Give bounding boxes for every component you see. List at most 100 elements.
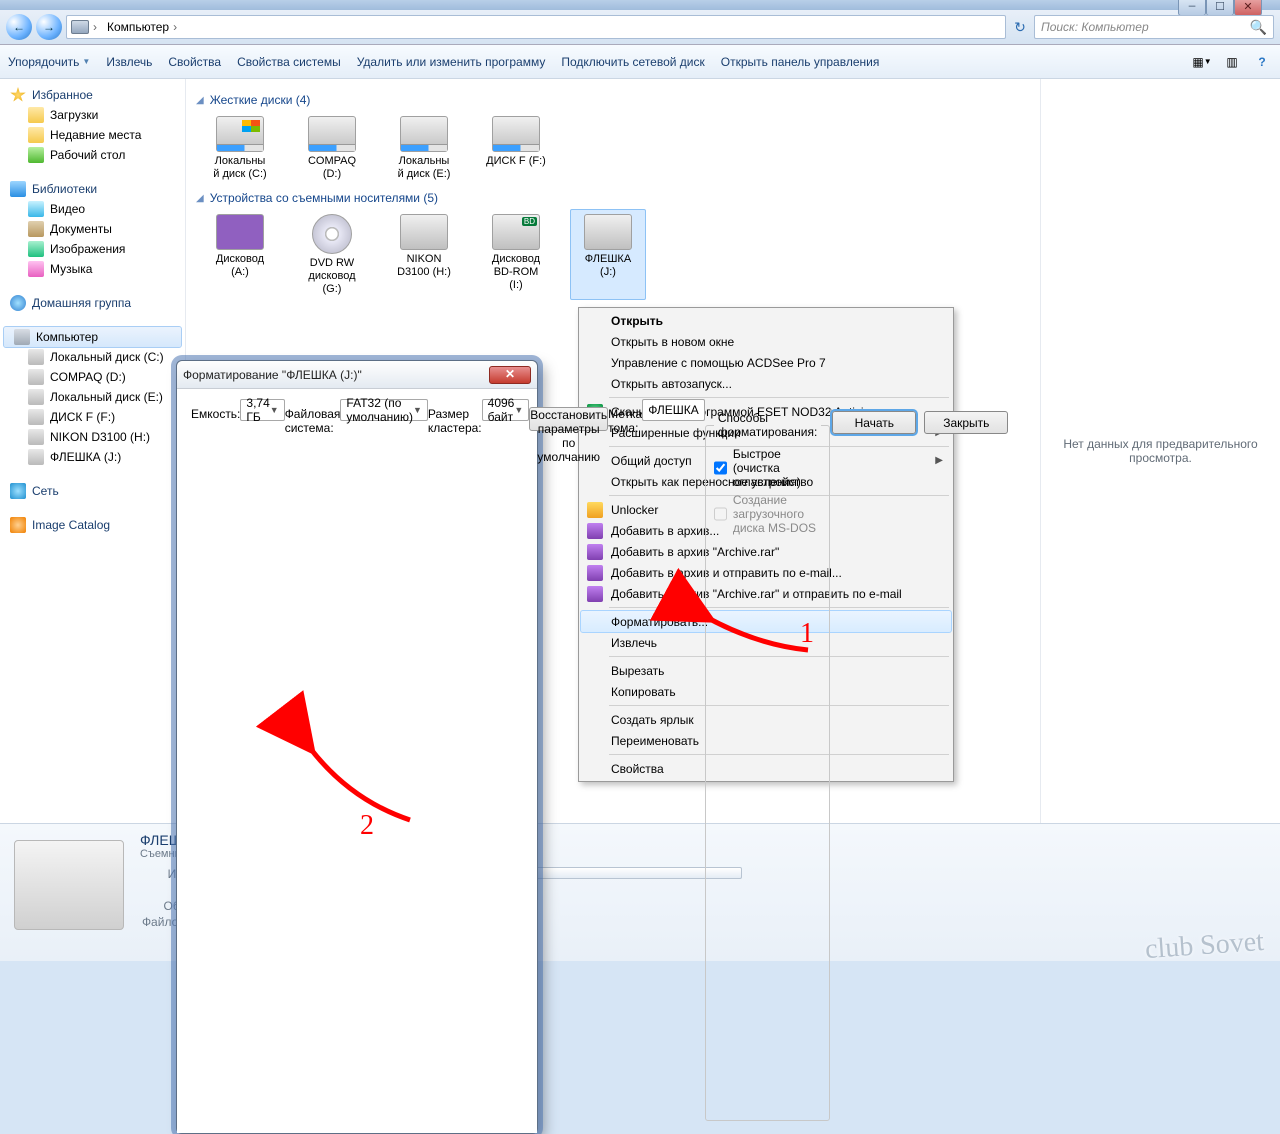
network-icon: [10, 483, 26, 499]
view-options-button[interactable]: ▦▼: [1192, 52, 1212, 72]
drive-item[interactable]: Локальный диск (E:): [386, 111, 462, 185]
folder-icon: [28, 127, 44, 143]
organize-button[interactable]: Упорядочить▼: [8, 55, 90, 69]
command-bar: Упорядочить▼ Извлечь Свойства Свойства с…: [0, 45, 1280, 79]
sidebar-item-downloads[interactable]: Загрузки: [0, 105, 185, 125]
ctx-acdsee[interactable]: Управление с помощью ACDSee Pro 7: [581, 352, 951, 373]
unlocker-icon: [587, 502, 603, 518]
allocation-label: Размер кластера:: [428, 407, 482, 1118]
computer-icon: [71, 20, 89, 34]
sidebar-item-disk-e[interactable]: Локальный диск (E:): [0, 387, 185, 407]
capacity-select[interactable]: 3,74 ГБ▼: [240, 399, 284, 421]
star-icon: [10, 87, 26, 103]
drive-item[interactable]: Дисковод(A:): [202, 209, 278, 300]
close-button[interactable]: Закрыть: [924, 411, 1008, 434]
library-icon: [10, 181, 26, 197]
preview-empty-text: Нет данных для предварительного просмотр…: [1053, 437, 1268, 465]
annotation-label-1: 1: [800, 618, 814, 650]
hdd-icon: [28, 389, 44, 405]
sidebar-item-disk-f[interactable]: ДИСК F (F:): [0, 407, 185, 427]
sidebar-item-disk-j[interactable]: ФЛЕШКА (J:): [0, 447, 185, 467]
homegroup-header[interactable]: Домашняя группа: [0, 293, 185, 313]
desktop-icon: [28, 147, 44, 163]
start-button[interactable]: Начать: [832, 411, 916, 434]
sidebar-item-images[interactable]: Изображения: [0, 239, 185, 259]
drive-icon: [216, 116, 264, 152]
favorites-header[interactable]: Избранное: [0, 85, 185, 105]
drive-label: NIKOND3100 (H:): [389, 253, 459, 278]
libraries-header[interactable]: Библиотеки: [0, 179, 185, 199]
window-close-button[interactable]: ✕: [1234, 0, 1262, 16]
navigation-pane: Избранное Загрузки Недавние места Рабочи…: [0, 79, 186, 823]
filesystem-select[interactable]: FAT32 (по умолчанию)▼: [340, 399, 427, 421]
image-catalog-item[interactable]: Image Catalog: [0, 515, 185, 535]
volume-label-input[interactable]: ФЛЕШКА: [642, 399, 705, 421]
hdd-icon: [28, 369, 44, 385]
breadcrumb-sep-icon: ›: [93, 20, 103, 34]
drive-item[interactable]: NIKOND3100 (H:): [386, 209, 462, 300]
map-network-drive-button[interactable]: Подключить сетевой диск: [561, 55, 704, 69]
format-options-legend: Способы форматирования:: [714, 411, 822, 439]
drive-item[interactable]: ДИСК F (F:): [478, 111, 554, 185]
nav-forward-button[interactable]: →: [36, 14, 62, 40]
dialog-titlebar[interactable]: Форматирование "ФЛЕШКА (J:)" ✕: [177, 361, 537, 389]
window-maximize-button[interactable]: ☐: [1206, 0, 1234, 16]
ctx-open[interactable]: Открыть: [581, 310, 951, 331]
control-panel-button[interactable]: Открыть панель управления: [721, 55, 880, 69]
drive-icon: [216, 214, 264, 250]
drive-label: Локальный диск (E:): [389, 155, 459, 180]
drive-item[interactable]: ФЛЕШКА(J:): [570, 209, 646, 300]
drive-label: Локальный диск (C:): [205, 155, 275, 180]
sidebar-item-video[interactable]: Видео: [0, 199, 185, 219]
catalog-icon: [10, 517, 26, 533]
search-placeholder: Поиск: Компьютер: [1041, 20, 1149, 34]
refresh-button[interactable]: ↻: [1010, 19, 1030, 36]
search-input[interactable]: Поиск: Компьютер 🔍: [1034, 15, 1274, 39]
properties-button[interactable]: Свойства: [168, 55, 221, 69]
ctx-separator: [609, 397, 949, 398]
sidebar-item-disk-c[interactable]: Локальный диск (C:): [0, 347, 185, 367]
drive-item[interactable]: ДисководBD-ROM(I:): [478, 209, 554, 300]
hdd-icon: [28, 409, 44, 425]
uninstall-button[interactable]: Удалить или изменить программу: [357, 55, 546, 69]
section-header-hdd[interactable]: ◢Жесткие диски (4): [196, 93, 1030, 107]
drive-icon: [308, 116, 356, 152]
sidebar-item-documents[interactable]: Документы: [0, 219, 185, 239]
address-bar[interactable]: › Компьютер ›: [66, 15, 1006, 39]
sidebar-item-recent[interactable]: Недавние места: [0, 125, 185, 145]
sidebar-item-computer[interactable]: Компьютер: [4, 327, 181, 347]
allocation-select[interactable]: 4096 байт▼: [482, 399, 530, 421]
nav-back-button[interactable]: ←: [6, 14, 32, 40]
drive-item[interactable]: COMPAQ(D:): [294, 111, 370, 185]
window-minimize-button[interactable]: —: [1178, 0, 1206, 16]
winrar-icon: [587, 586, 603, 602]
extract-button[interactable]: Извлечь: [106, 55, 152, 69]
drive-icon: [584, 214, 632, 250]
help-button[interactable]: ?: [1252, 52, 1272, 72]
sidebar-item-music[interactable]: Музыка: [0, 259, 185, 279]
dialog-close-button[interactable]: ✕: [489, 366, 531, 384]
quick-format-checkbox[interactable]: Быстрое (очистка оглавления): [714, 445, 822, 491]
folder-icon: [28, 107, 44, 123]
msdos-boot-checkbox: Создание загрузочного диска MS-DOS: [714, 491, 822, 537]
breadcrumb-sep-icon: ›: [173, 20, 183, 34]
drive-label: COMPAQ(D:): [297, 155, 367, 180]
drive-icon: [400, 214, 448, 250]
drive-item[interactable]: Локальный диск (C:): [202, 111, 278, 185]
ctx-open-new-window[interactable]: Открыть в новом окне: [581, 331, 951, 352]
sidebar-item-disk-d[interactable]: COMPAQ (D:): [0, 367, 185, 387]
breadcrumb-root[interactable]: Компьютер: [107, 20, 169, 34]
drive-item[interactable]: DVD RWдисковод(G:): [294, 209, 370, 300]
restore-defaults-button[interactable]: Восстановить параметры по умолчанию: [529, 407, 608, 431]
system-properties-button[interactable]: Свойства системы: [237, 55, 341, 69]
preview-pane-button[interactable]: ▥: [1222, 52, 1242, 72]
ctx-autorun[interactable]: Открыть автозапуск...: [581, 373, 951, 394]
network-header[interactable]: Сеть: [0, 481, 185, 501]
homegroup-icon: [10, 295, 26, 311]
sidebar-item-desktop[interactable]: Рабочий стол: [0, 145, 185, 165]
search-icon: 🔍: [1250, 19, 1267, 36]
format-dialog: Форматирование "ФЛЕШКА (J:)" ✕ Емкость: …: [176, 360, 538, 1134]
chevron-down-icon: ▼: [413, 405, 422, 415]
sidebar-item-disk-h[interactable]: NIKON D3100 (H:): [0, 427, 185, 447]
section-header-removable[interactable]: ◢Устройства со съемными носителями (5): [196, 191, 1030, 205]
